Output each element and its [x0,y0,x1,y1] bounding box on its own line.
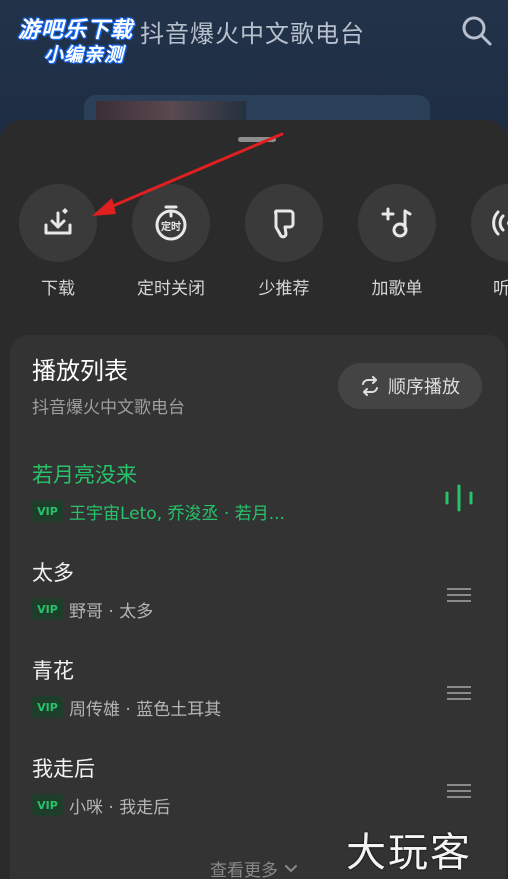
bottom-sheet: 下载 定时 定时关闭 少推荐 加歌单 听 播放列表 抖音爆火中文歌电台 顺序播放… [0,120,508,879]
vip-badge: VIP [32,598,63,620]
thumbs-down-icon [274,209,295,239]
song-artist: 周传雄 · 蓝色土耳其 [69,699,222,720]
playlist-subtitle: 抖音爆火中文歌电台 [32,398,185,418]
song-row[interactable]: 若月亮没来 VIP 王宇宙Leto, 乔浚丞 · 若月... [10,459,506,549]
now-playing-icon [442,483,476,513]
song-row[interactable]: 太多 VIP 野哥 · 太多 [10,557,506,647]
download-icon [44,208,72,235]
download-button[interactable]: 下载 [8,184,108,299]
drag-handle-icon[interactable] [446,685,472,701]
song-title: 若月亮没来 [32,463,137,487]
vip-badge: VIP [32,500,63,522]
sheet-drag-handle[interactable] [238,137,276,142]
view-more-label: 查看更多 [210,861,278,879]
timer-icon: 定时 [155,205,187,241]
chevron-down-icon [285,864,297,872]
song-artist: 小咪 · 我走后 [69,797,171,818]
drag-handle-icon[interactable] [446,783,472,799]
vip-badge: VIP [32,794,63,816]
broadcast-icon [492,210,508,236]
recommend-less-button[interactable]: 少推荐 [234,184,334,299]
vip-badge: VIP [32,696,63,718]
play-order-button[interactable]: 顺序播放 [338,363,482,409]
search-icon[interactable] [460,14,494,48]
action-row: 下载 定时 定时关闭 少推荐 加歌单 听 [0,184,508,304]
timer-icon-text: 定时 [161,220,181,233]
song-artist: 王宇宙Leto, 乔浚丞 · 若月... [69,503,285,524]
song-artist: 野哥 · 太多 [69,601,154,622]
watermark-text: 大玩客 [346,830,472,876]
repeat-icon [362,376,378,396]
drag-handle-icon[interactable] [446,587,472,603]
add-to-playlist-button[interactable]: 加歌单 [347,184,447,299]
station-title: 抖音爆火中文歌电台 [140,20,365,48]
playlist-card: 播放列表 抖音爆火中文歌电台 顺序播放 若月亮没来 VIP 王宇宙Leto, 乔… [10,335,506,879]
playlist-title: 播放列表 [32,357,128,385]
add-to-playlist-icon [381,207,412,238]
song-title: 太多 [32,561,74,585]
song-title: 青花 [32,659,74,683]
watermark-logo: 游吧乐下载 小编亲测 [18,18,134,66]
play-order-label: 顺序播放 [388,377,460,398]
song-row[interactable]: 青花 VIP 周传雄 · 蓝色土耳其 [10,655,506,745]
song-title: 我走后 [32,757,95,781]
sleep-timer-button[interactable]: 定时 定时关闭 [121,184,221,299]
listen-button[interactable]: 听相 [460,184,508,299]
